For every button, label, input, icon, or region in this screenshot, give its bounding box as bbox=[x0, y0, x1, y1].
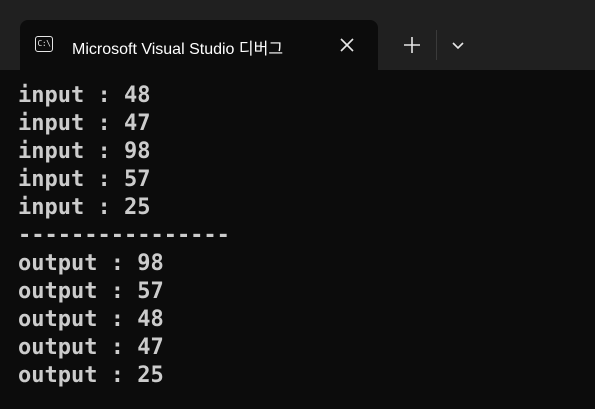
close-icon[interactable] bbox=[338, 36, 356, 54]
console-line: input : 47 bbox=[18, 111, 151, 136]
tab-visual-studio-debug[interactable]: C:\ Microsoft Visual Studio 디버그 bbox=[20, 20, 378, 70]
terminal-window: C:\ Microsoft Visual Studio 디버그 input : … bbox=[0, 0, 595, 409]
console-output: input : 48 input : 47 input : 98 input :… bbox=[18, 82, 595, 409]
console-icon: C:\ bbox=[35, 36, 53, 52]
console-line: input : 98 bbox=[18, 139, 151, 164]
console-line: input : 57 bbox=[18, 167, 151, 192]
title-bar: C:\ Microsoft Visual Studio 디버그 bbox=[0, 0, 595, 70]
console-line: output : 48 bbox=[18, 307, 164, 332]
console-line: output : 98 bbox=[18, 251, 164, 276]
tab-title: Microsoft Visual Studio 디버그 bbox=[72, 41, 284, 58]
console-separator: ---------------- bbox=[18, 223, 230, 248]
console-line: output : 25 bbox=[18, 363, 164, 388]
console-line: output : 57 bbox=[18, 279, 164, 304]
console-line: input : 48 bbox=[18, 83, 151, 108]
console-line: output : 47 bbox=[18, 335, 164, 360]
titlebar-divider bbox=[436, 30, 437, 60]
chevron-down-icon[interactable] bbox=[449, 36, 467, 54]
console-icon-label: C:\ bbox=[37, 39, 51, 48]
console-line: input : 25 bbox=[18, 195, 151, 220]
plus-icon[interactable] bbox=[401, 34, 423, 56]
